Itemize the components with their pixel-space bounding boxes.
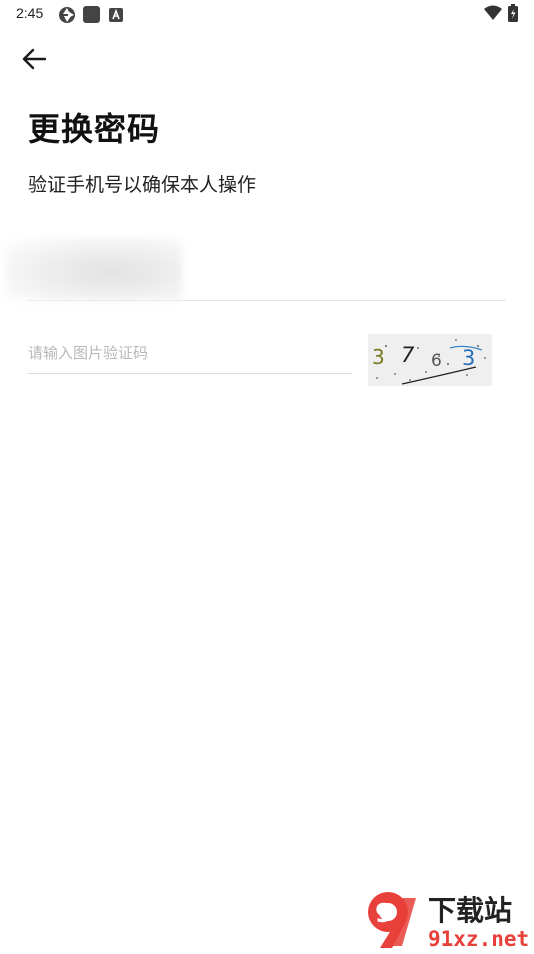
captcha-input[interactable] <box>28 333 352 374</box>
page-title: 更换密码 <box>28 110 161 148</box>
captcha-image[interactable]: 3 7 6 3 <box>368 334 492 386</box>
aperture-icon <box>58 6 76 28</box>
wifi-icon <box>484 5 502 25</box>
captcha-char-2: 7 <box>401 343 415 367</box>
watermark-logo: 9 <box>368 892 416 948</box>
watermark-domain: 91xz.net <box>428 927 529 950</box>
phone-number-field[interactable] <box>6 238 506 301</box>
page-subtitle: 验证手机号以确保本人操作 <box>28 174 257 196</box>
square-app-icon <box>83 6 100 27</box>
back-button[interactable] <box>14 42 54 80</box>
captcha-char-1: 3 <box>372 345 385 369</box>
watermark-logo-text: 9 <box>375 899 393 929</box>
status-bar: 2:45 <box>0 0 534 28</box>
phone-number-blurred-value <box>6 238 182 300</box>
captcha-char-4: 3 <box>462 346 475 370</box>
battery-icon <box>508 4 518 26</box>
status-time: 2:45 <box>16 5 44 21</box>
watermark: 9 下载站 91xz.net <box>362 888 534 951</box>
captcha-graphic: 3 7 6 3 <box>372 339 486 385</box>
captcha-char-3: 6 <box>431 351 442 371</box>
watermark-brand: 下载站 <box>428 894 512 927</box>
arrow-left-icon <box>21 48 47 74</box>
a-badge-icon <box>109 7 123 26</box>
